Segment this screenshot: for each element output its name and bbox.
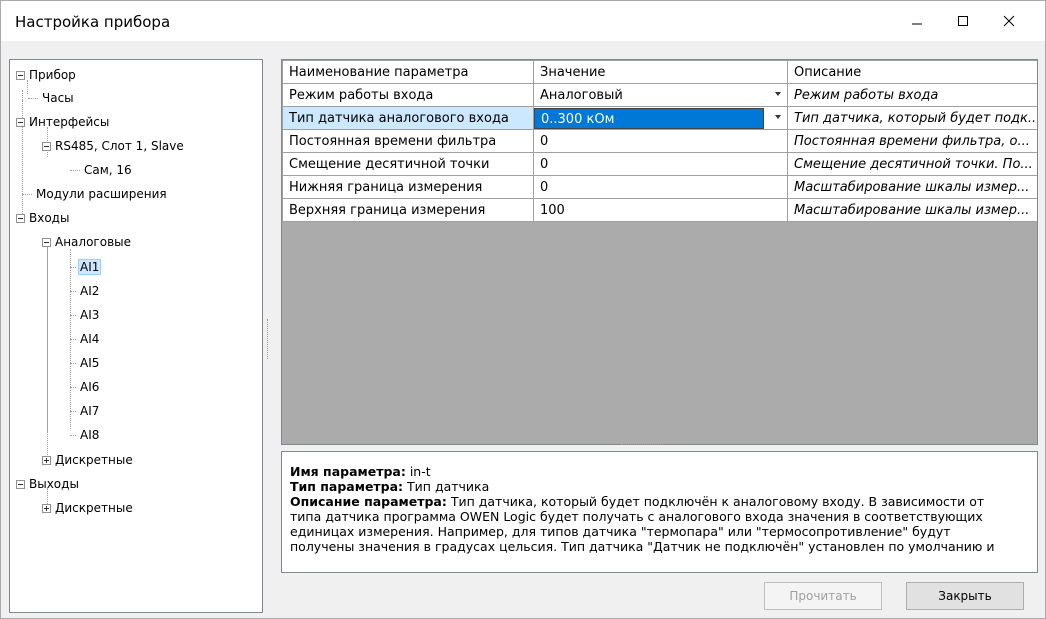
param-type-value: Тип датчика bbox=[403, 479, 490, 494]
maximize-icon bbox=[958, 16, 968, 26]
tree-item-outputs[interactable]: Выходы bbox=[16, 474, 81, 494]
tree-item-discrete-inputs[interactable]: Дискретные bbox=[42, 450, 135, 470]
param-desc-cell: Масштабирование шкалы измер... bbox=[787, 175, 1037, 199]
tree-item-analog-inputs[interactable]: Аналоговые bbox=[42, 232, 133, 252]
param-desc-cell: Смещение десятичной точки. По... bbox=[787, 152, 1037, 176]
tree-item-ai3[interactable]: AI3 bbox=[70, 305, 101, 325]
title-bar: Настройка прибора bbox=[1, 1, 1045, 41]
collapse-icon[interactable] bbox=[16, 479, 25, 489]
minimize-button[interactable] bbox=[894, 1, 940, 41]
tree-item-ai7[interactable]: AI7 bbox=[70, 401, 101, 421]
tree-item-ai4[interactable]: AI4 bbox=[70, 329, 101, 349]
collapse-icon[interactable] bbox=[16, 213, 25, 223]
param-name-line: Имя параметра: in-t bbox=[290, 464, 1029, 479]
table-row[interactable]: Смещение десятичной точки 0 Смещение дес… bbox=[282, 152, 1037, 176]
tree-item-ai1[interactable]: AI1 bbox=[70, 257, 102, 277]
param-type-line: Тип параметра: Тип датчика bbox=[290, 479, 1029, 494]
tree-item-ai8[interactable]: AI8 bbox=[70, 425, 101, 445]
vertical-splitter[interactable] bbox=[267, 319, 270, 359]
parameters-grid: Наименование параметра Значение Описание… bbox=[281, 59, 1038, 445]
param-name-cell: Тип датчика аналогового входа bbox=[282, 106, 534, 130]
table-row[interactable]: Нижняя граница измерения 0 Масштабирован… bbox=[282, 175, 1037, 199]
column-header-name[interactable]: Наименование параметра bbox=[282, 60, 534, 84]
expand-icon[interactable] bbox=[42, 455, 51, 465]
collapse-icon[interactable] bbox=[16, 70, 25, 80]
collapse-icon[interactable] bbox=[42, 141, 51, 151]
param-desc-text-4: получены значения в градусах цельсия. Ти… bbox=[290, 539, 995, 554]
horizontal-splitter[interactable] bbox=[621, 444, 663, 445]
close-button[interactable]: Закрыть bbox=[906, 582, 1024, 610]
device-tree: Прибор Часы Интерфейсы RS485, Слот 1, Sl… bbox=[9, 59, 263, 613]
tree-item-inputs[interactable]: Входы bbox=[16, 208, 71, 228]
param-value-cell[interactable]: 0 bbox=[533, 129, 788, 153]
param-desc-cell: Постоянная времени фильтра, о... bbox=[787, 129, 1037, 153]
param-desc-cell: Тип датчика, который будет подк... bbox=[787, 106, 1037, 130]
param-name-cell: Смещение десятичной точки bbox=[282, 152, 534, 176]
close-window-button[interactable] bbox=[986, 1, 1032, 41]
param-name-cell: Нижняя граница измерения bbox=[282, 175, 534, 199]
param-name-cell: Верхняя граница измерения bbox=[282, 198, 534, 222]
table-row[interactable]: Постоянная времени фильтра 0 Постоянная … bbox=[282, 129, 1037, 153]
device-settings-window: Настройка прибора Прибор Часы Интерфейсы… bbox=[0, 0, 1046, 619]
param-value-cell[interactable]: 100 bbox=[533, 198, 788, 222]
param-value-combo[interactable]: 0..300 кОм bbox=[533, 106, 788, 130]
param-name-label: Имя параметра: bbox=[290, 464, 406, 479]
param-desc-label: Описание параметра: bbox=[290, 494, 447, 509]
param-value-cell[interactable]: 0 bbox=[533, 175, 788, 199]
param-name-value: in-t bbox=[405, 464, 431, 479]
param-type-label: Тип параметра: bbox=[290, 479, 404, 494]
close-icon bbox=[1003, 15, 1015, 27]
tree-item-ai5[interactable]: AI5 bbox=[70, 353, 101, 373]
tree-item-rs485[interactable]: RS485, Слот 1, Slave bbox=[42, 136, 186, 156]
read-button[interactable]: Прочитать bbox=[764, 582, 882, 610]
parameter-details-panel: Имя параметра: in-t Тип параметра: Тип д… bbox=[281, 451, 1038, 573]
tree-item-sam16[interactable]: Сам, 16 bbox=[70, 160, 134, 180]
dropdown-arrow-icon[interactable] bbox=[775, 92, 781, 96]
param-desc-text-3: единицах измерения. Например, для типов … bbox=[290, 524, 951, 539]
tree-item-interfaces[interactable]: Интерфейсы bbox=[16, 112, 111, 132]
param-desc-text-2: типа датчика программа OWEN Logic будет … bbox=[290, 509, 983, 524]
maximize-button[interactable] bbox=[940, 1, 986, 41]
param-desc-text-1: Тип датчика, который будет подключён к а… bbox=[446, 494, 985, 509]
collapse-icon[interactable] bbox=[42, 237, 51, 247]
param-name-cell: Режим работы входа bbox=[282, 83, 534, 107]
tree-item-discrete-outputs[interactable]: Дискретные bbox=[42, 498, 135, 518]
grid-header-row: Наименование параметра Значение Описание bbox=[282, 60, 1037, 84]
param-value: Аналоговый bbox=[540, 87, 623, 103]
column-header-value[interactable]: Значение bbox=[533, 60, 788, 84]
dropdown-arrow-icon[interactable] bbox=[775, 115, 781, 119]
param-value-cell[interactable]: 0 bbox=[533, 152, 788, 176]
tree-item-ai6[interactable]: AI6 bbox=[70, 377, 101, 397]
param-desc-cell: Режим работы входа bbox=[787, 83, 1037, 107]
tree-item-expansion-modules[interactable]: Модули расширения bbox=[22, 184, 169, 204]
param-value: 0..300 кОм bbox=[534, 107, 764, 129]
table-row[interactable]: Верхняя граница измерения 100 Масштабиро… bbox=[282, 198, 1037, 222]
tree-item-device[interactable]: Прибор bbox=[16, 65, 78, 85]
tree-item-clock[interactable]: Часы bbox=[28, 88, 76, 108]
window-title: Настройка прибора bbox=[15, 13, 171, 31]
column-header-description[interactable]: Описание bbox=[787, 60, 1037, 84]
param-desc-cell: Масштабирование шкалы измер... bbox=[787, 198, 1037, 222]
param-desc-line: Описание параметра: Тип датчика, который… bbox=[290, 494, 1029, 509]
table-row[interactable]: Режим работы входа Аналоговый Режим рабо… bbox=[282, 83, 1037, 107]
minimize-icon bbox=[912, 23, 922, 25]
param-value-combo[interactable]: Аналоговый bbox=[533, 83, 788, 107]
tree-item-ai2[interactable]: AI2 bbox=[70, 281, 101, 301]
param-name-cell: Постоянная времени фильтра bbox=[282, 129, 534, 153]
collapse-icon[interactable] bbox=[16, 117, 25, 127]
table-row-selected[interactable]: Тип датчика аналогового входа 0..300 кОм… bbox=[282, 106, 1037, 130]
expand-icon[interactable] bbox=[42, 503, 51, 513]
